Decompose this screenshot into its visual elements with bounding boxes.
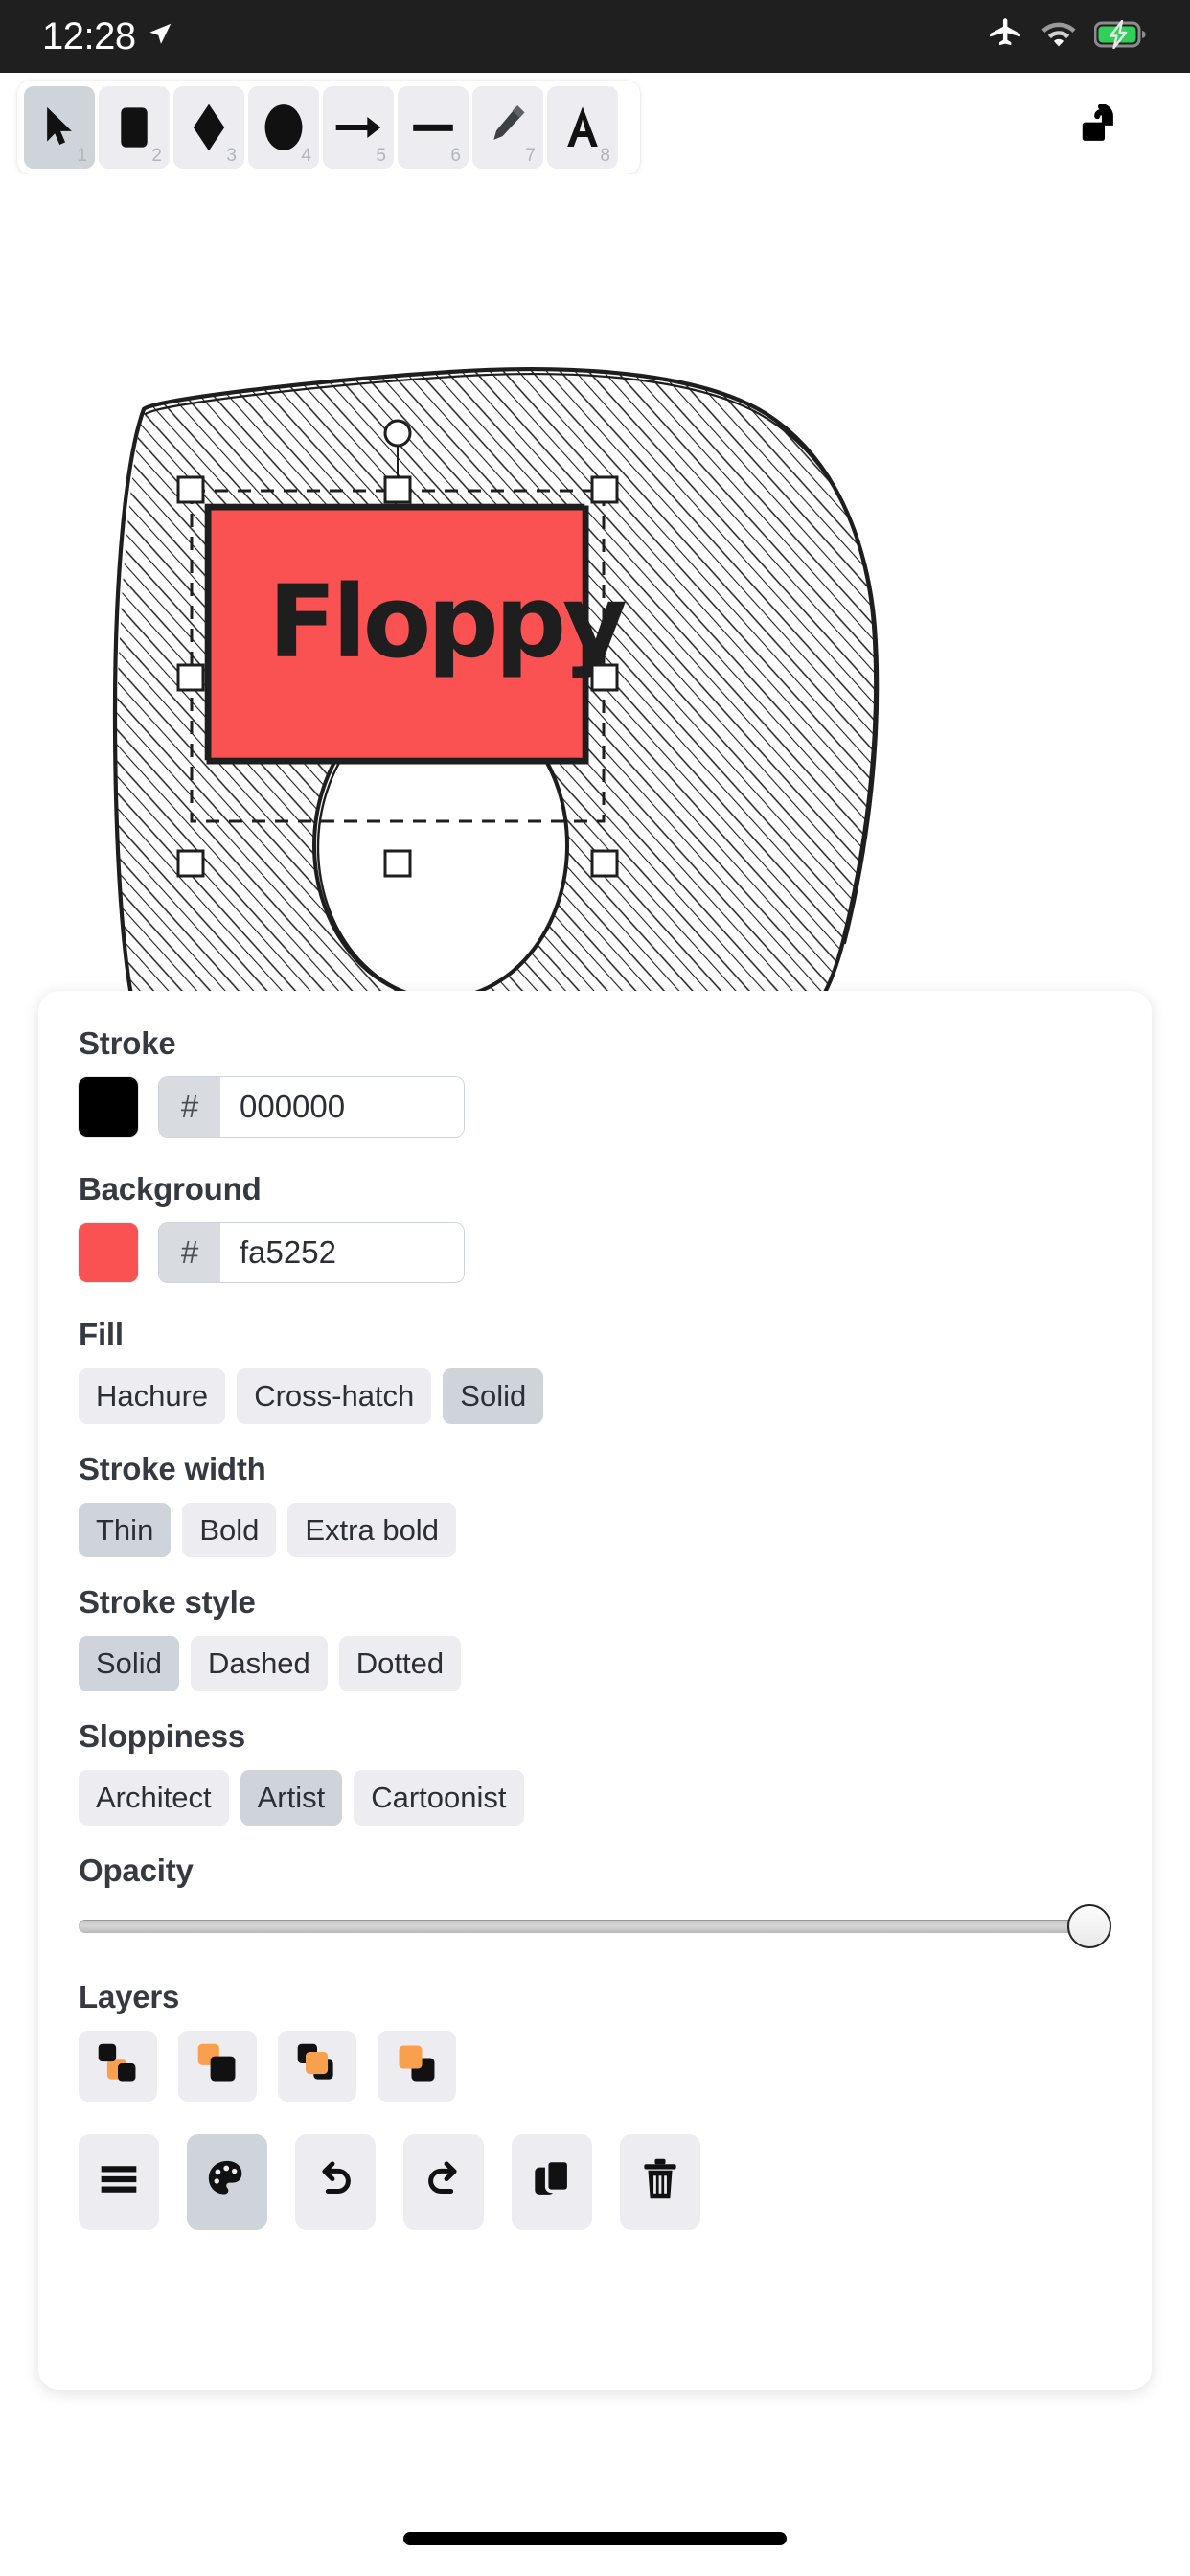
selection-tool[interactable]: 1 [24, 86, 95, 169]
undo-button[interactable] [295, 2133, 376, 2230]
delete-button[interactable] [620, 2133, 700, 2230]
line-tool-shortcut: 6 [450, 146, 461, 166]
rectangle-tool[interactable]: 2 [99, 86, 170, 169]
text-tool-shortcut: 8 [600, 146, 610, 166]
fill-option-solid[interactable]: Solid [443, 1368, 544, 1424]
floppy-label: Floppy [268, 564, 626, 680]
home-indicator [403, 2532, 787, 2545]
background-hex-input[interactable]: fa5252 [220, 1223, 464, 1282]
background-hash-prefix: # [159, 1223, 220, 1282]
palette-button[interactable] [187, 2133, 267, 2230]
opacity-slider[interactable] [79, 1903, 1111, 1954]
fill-option-cross-hatch[interactable]: Cross-hatch [237, 1368, 432, 1424]
canvas-artwork: Floppy [112, 367, 880, 1037]
send-to-back-button[interactable] [79, 2030, 157, 2102]
send-to-back-icon [95, 2040, 141, 2091]
app-root: 12:28 1 2 3 4 5 6 7 8 Floppy Stroke # 00… [0, 0, 1190, 2576]
fill-option-hachure[interactable]: Hachure [79, 1368, 226, 1424]
stroke-style-label: Stroke style [79, 1584, 256, 1621]
stroke-color-row: # 000000 [79, 1077, 1111, 1137]
location-arrow-icon [146, 20, 174, 54]
background-color-swatch[interactable] [79, 1223, 138, 1282]
status-bar: 12:28 [0, 0, 1190, 73]
layers-label: Layers [79, 1978, 180, 2014]
stroke-width-label: Stroke width [79, 1450, 266, 1486]
trash-icon [640, 2156, 680, 2207]
opacity-slider-thumb[interactable] [1067, 1903, 1111, 1948]
send-backward-icon [195, 2040, 240, 2091]
draw-tool[interactable]: 7 [472, 86, 543, 169]
redo-button[interactable] [403, 2133, 484, 2230]
bring-to-front-button[interactable] [378, 2030, 456, 2102]
menu-button[interactable] [79, 2133, 159, 2230]
opacity-label: Opacity [79, 1852, 194, 1888]
sloppiness-option-architect[interactable]: Architect [79, 1769, 229, 1826]
diamond-tool[interactable]: 3 [173, 86, 244, 169]
duplicate-icon [531, 2157, 573, 2206]
draw-tool-shortcut: 7 [525, 146, 536, 166]
floppy-rectangle[interactable]: Floppy [204, 503, 629, 765]
stroke-style-options: Solid Dashed Dotted [79, 1636, 1111, 1691]
bring-forward-icon [294, 2040, 340, 2091]
text-tool[interactable]: 8 [547, 86, 618, 169]
line-tool[interactable]: 6 [398, 86, 469, 169]
diamond-tool-shortcut: 3 [226, 146, 237, 166]
bring-to-front-icon [394, 2040, 440, 2091]
stroke-label: Stroke [79, 1025, 176, 1061]
stroke-hex-field[interactable]: # 000000 [159, 1077, 464, 1137]
sloppiness-label: Sloppiness [79, 1717, 246, 1754]
layer-buttons [79, 2030, 1111, 2102]
undo-icon [313, 2157, 357, 2206]
fill-options: Hachure Cross-hatch Solid [79, 1368, 1111, 1424]
ellipse-tool-shortcut: 4 [301, 146, 311, 166]
wifi-icon [1041, 20, 1077, 54]
duplicate-button[interactable] [512, 2133, 592, 2230]
background-color-row: # fa5252 [79, 1223, 1111, 1282]
status-bar-clock: 12:28 [42, 14, 136, 58]
stroke-width-options: Thin Bold Extra bold [79, 1502, 1111, 1558]
sloppiness-options: Architect Artist Cartoonist [79, 1769, 1111, 1826]
stroke-style-option-dashed[interactable]: Dashed [190, 1636, 328, 1691]
sloppiness-option-artist[interactable]: Artist [240, 1769, 343, 1826]
hamburger-icon [98, 2163, 140, 2200]
opacity-slider-track[interactable] [79, 1919, 1111, 1933]
tool-palette: 1 2 3 4 5 6 7 8 [17, 80, 640, 174]
redo-icon [422, 2157, 466, 2206]
background-hex-field[interactable]: # fa5252 [159, 1223, 464, 1282]
drawing-canvas[interactable]: Floppy [0, 174, 1190, 1037]
stroke-width-option-bold[interactable]: Bold [182, 1502, 277, 1558]
ellipse-tool[interactable]: 4 [248, 86, 319, 169]
arrow-tool[interactable]: 5 [323, 86, 394, 169]
stroke-style-option-solid[interactable]: Solid [79, 1636, 179, 1691]
status-bar-right [987, 16, 1148, 58]
fill-label: Fill [79, 1317, 124, 1352]
sloppiness-option-cartoonist[interactable]: Cartoonist [354, 1769, 524, 1826]
palette-icon [205, 2157, 249, 2206]
stroke-hash-prefix: # [159, 1077, 220, 1137]
battery-charging-icon [1093, 19, 1148, 54]
arrow-tool-shortcut: 5 [376, 146, 386, 166]
rotation-handle[interactable] [383, 419, 412, 448]
stroke-hex-input[interactable]: 000000 [220, 1077, 464, 1137]
airplane-mode-icon [987, 16, 1023, 58]
send-backward-button[interactable] [178, 2030, 257, 2102]
status-bar-left: 12:28 [42, 15, 174, 58]
bring-forward-button[interactable] [278, 2030, 356, 2102]
rectangle-tool-shortcut: 2 [151, 146, 162, 166]
stroke-color-swatch[interactable] [79, 1077, 138, 1137]
stroke-width-option-thin[interactable]: Thin [79, 1502, 172, 1558]
action-bar [79, 2133, 1111, 2230]
selection-tool-shortcut: 1 [77, 146, 87, 166]
stroke-width-option-extra-bold[interactable]: Extra bold [287, 1502, 456, 1558]
properties-panel: Stroke # 000000 Background # fa5252 Fill… [38, 991, 1152, 2390]
background-label: Background [79, 1171, 262, 1207]
stroke-style-option-dotted[interactable]: Dotted [338, 1636, 462, 1691]
lock-toggle[interactable] [1067, 80, 1138, 174]
unlocked-padlock-icon [1080, 101, 1126, 155]
